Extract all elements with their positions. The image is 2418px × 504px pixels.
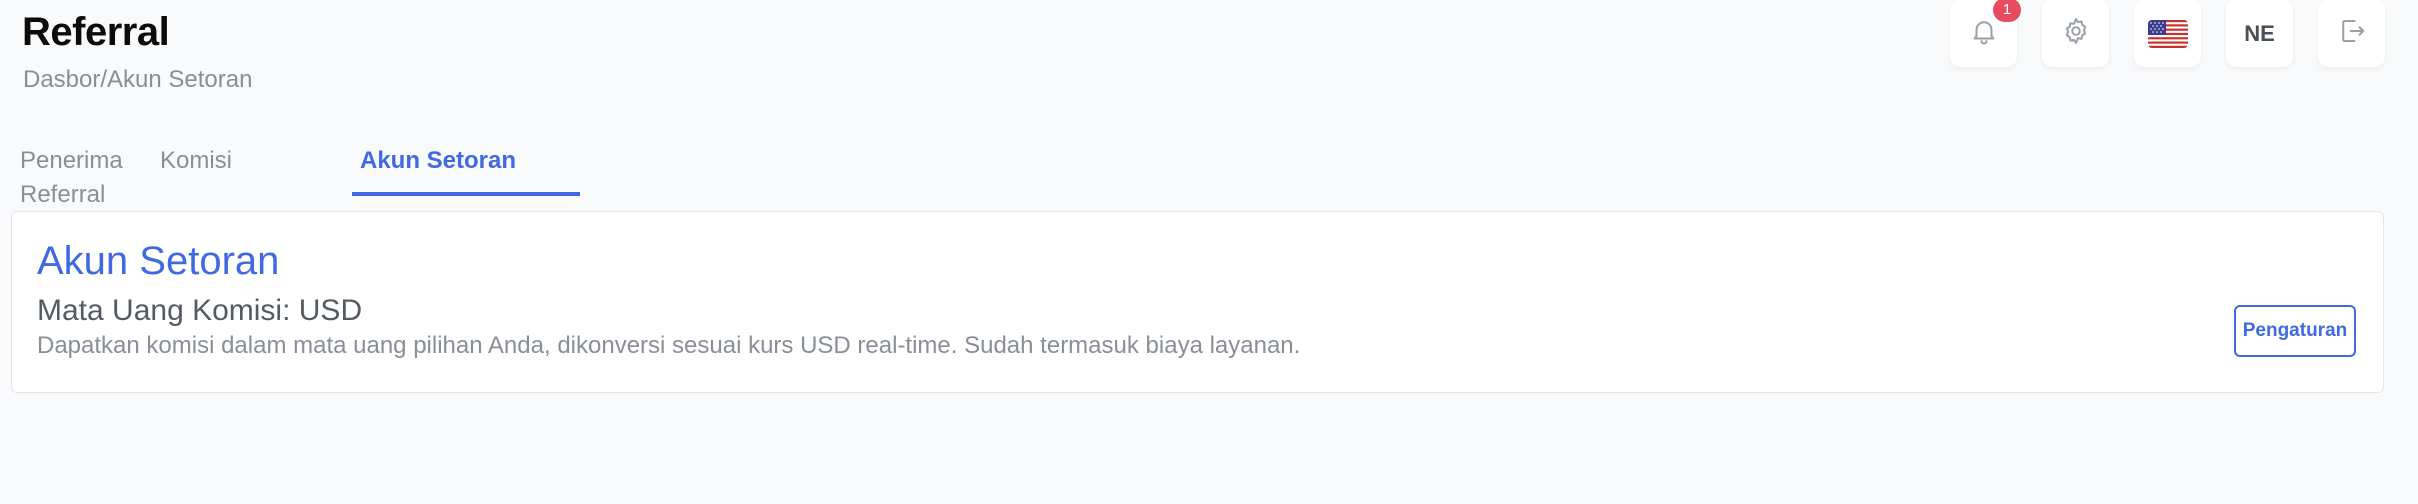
notification-badge: 1	[1993, 0, 2021, 22]
page-title: Referral	[22, 10, 170, 54]
settings-config-button[interactable]: Pengaturan	[2234, 305, 2356, 357]
card-description: Dapatkan komisi dalam mata uang pilihan …	[37, 332, 1301, 359]
card-title: Akun Setoran	[37, 239, 280, 283]
bell-icon	[1969, 16, 1999, 51]
commission-currency: Mata Uang Komisi: USD	[37, 294, 363, 327]
logout-button[interactable]	[2318, 0, 2385, 67]
us-flag-icon	[2147, 19, 2188, 48]
user-initials: NE	[2244, 20, 2275, 46]
top-toolbar: 1 NE	[1950, 0, 2385, 67]
gear-icon	[2061, 16, 2091, 51]
language-button[interactable]	[2134, 0, 2201, 67]
notifications-button[interactable]: 1	[1950, 0, 2021, 67]
settings-button[interactable]	[2042, 0, 2109, 67]
deposit-account-card: Akun Setoran Mata Uang Komisi: USD Dapat…	[11, 211, 2384, 393]
tab-bar: Penerima Referral Komisi Akun Setoran	[0, 140, 620, 208]
tab-akun-setoran[interactable]: Akun Setoran	[352, 144, 580, 196]
tab-penerima-referral[interactable]: Penerima Referral	[20, 144, 150, 212]
tab-komisi[interactable]: Komisi	[160, 144, 232, 178]
user-avatar-button[interactable]: NE	[2226, 0, 2293, 67]
logout-icon	[2337, 16, 2367, 51]
breadcrumb: Dasbor/Akun Setoran	[23, 66, 253, 93]
